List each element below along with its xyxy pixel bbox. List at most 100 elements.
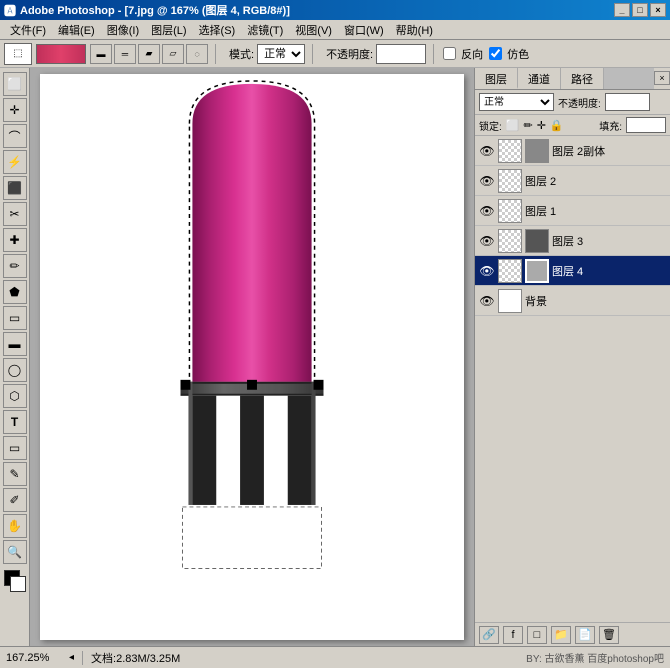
layer-row-3[interactable]: 👁 图层 3 xyxy=(475,226,670,256)
opacity-input[interactable]: 100% xyxy=(376,44,426,64)
tab-paths[interactable]: 路径 xyxy=(561,68,604,89)
tool-notes[interactable]: ✎ xyxy=(3,462,27,486)
layers-lock-row: 锁定: ⬜ ✏ ✛ 🔒 填充: 100% xyxy=(475,115,670,136)
tool-slice[interactable]: ✂ xyxy=(3,202,27,226)
layers-mask-btn[interactable]: □ xyxy=(527,626,547,644)
shape-btn-4[interactable]: ▱ xyxy=(162,44,184,64)
layer-row-0[interactable]: 👁 图层 2副体 xyxy=(475,136,670,166)
canvas-document xyxy=(40,74,464,640)
reverse-checkbox[interactable] xyxy=(443,47,456,60)
fill-value-input[interactable]: 100% xyxy=(626,117,666,133)
dither-checkbox[interactable] xyxy=(489,47,502,60)
tool-crop[interactable]: ⬛ xyxy=(3,176,27,200)
layer-visibility-4[interactable]: 👁 xyxy=(479,263,495,279)
layers-panel: 图层 通道 路径 × 正常 不透明度: 100% 锁定: ⬜ ✏ ✛ 🔒 xyxy=(475,68,670,646)
opacity-label: 不透明度: xyxy=(326,46,373,62)
layer-thumb-2 xyxy=(498,199,522,223)
tool-shape[interactable]: ▭ xyxy=(3,436,27,460)
tab-layers[interactable]: 图层 xyxy=(475,68,518,89)
menu-select[interactable]: 选择(S) xyxy=(193,20,242,40)
tool-gradient[interactable]: ▬ xyxy=(3,332,27,356)
menubar: 文件(F) 编辑(E) 图像(I) 图层(L) 选择(S) 滤镜(T) 视图(V… xyxy=(0,20,670,40)
color-switcher[interactable] xyxy=(4,570,26,592)
close-button[interactable]: × xyxy=(650,3,666,17)
layer-mask-thumb-0 xyxy=(525,139,549,163)
layer-name-1: 图层 2 xyxy=(525,173,666,189)
tool-heal[interactable]: ✚ xyxy=(3,228,27,252)
tool-move[interactable]: ✛ xyxy=(3,98,27,122)
layer-visibility-2[interactable]: 👁 xyxy=(479,203,495,219)
layer-visibility-5[interactable]: 👁 xyxy=(479,293,495,309)
zoom-nav-left[interactable]: ◂ xyxy=(69,652,74,663)
shape-btn-2[interactable]: ═ xyxy=(114,44,136,64)
layers-delete-btn[interactable]: 🗑 xyxy=(599,626,619,644)
zoom-level: 167.25% xyxy=(6,652,61,664)
lock-paint-icon[interactable]: ✏ xyxy=(523,119,532,132)
layers-style-btn[interactable]: f xyxy=(503,626,523,644)
tab-channels[interactable]: 通道 xyxy=(518,68,561,89)
titlebar-title: Adobe Photoshop - [7.jpg @ 167% (图层 4, R… xyxy=(20,2,290,18)
tool-eyedropper[interactable]: ✐ xyxy=(3,488,27,512)
layers-new-btn[interactable]: 📄 xyxy=(575,626,595,644)
lock-move-icon[interactable]: ✛ xyxy=(537,119,546,132)
tool-zoom[interactable]: 🔍 xyxy=(3,540,27,564)
menu-edit[interactable]: 编辑(E) xyxy=(52,20,101,40)
tool-text[interactable]: T xyxy=(3,410,27,434)
fill-label: 填充: xyxy=(599,118,622,133)
opacity-value-input[interactable]: 100% xyxy=(605,93,650,111)
menu-image[interactable]: 图像(I) xyxy=(101,20,145,40)
menu-help[interactable]: 帮助(H) xyxy=(390,20,439,40)
titlebar: 🅰 Adobe Photoshop - [7.jpg @ 167% (图层 4,… xyxy=(0,0,670,20)
blend-mode-select[interactable]: 正常 xyxy=(479,93,554,111)
layer-name-3: 图层 3 xyxy=(552,233,666,249)
color-gradient-swatch[interactable] xyxy=(36,44,86,64)
shape-btn-1[interactable]: ▬ xyxy=(90,44,112,64)
opacity-label: 不透明度: xyxy=(558,95,601,110)
tool-eraser[interactable]: ▭ xyxy=(3,306,27,330)
canvas-area[interactable] xyxy=(30,68,474,646)
lock-all-icon[interactable]: 🔒 xyxy=(550,119,564,132)
tool-path[interactable]: ⬡ xyxy=(3,384,27,408)
menu-view[interactable]: 视图(V) xyxy=(289,20,338,40)
layer-mask-thumb-3 xyxy=(525,229,549,253)
tool-dodge[interactable]: ◯ xyxy=(3,358,27,382)
layer-visibility-0[interactable]: 👁 xyxy=(479,143,495,159)
minimize-button[interactable]: _ xyxy=(614,3,630,17)
layer-name-0: 图层 2副体 xyxy=(552,143,666,159)
lock-transparent-icon[interactable]: ⬜ xyxy=(506,119,520,132)
layers-link-btn[interactable]: 🔗 xyxy=(479,626,499,644)
layer-thumb-1 xyxy=(498,169,522,193)
tool-magic-wand[interactable]: ⚡ xyxy=(3,150,27,174)
shape-btn-3[interactable]: ▰ xyxy=(138,44,160,64)
tool-lasso[interactable]: ⌒ xyxy=(3,124,27,148)
dither-section: 仿色 xyxy=(487,46,529,62)
layers-group-btn[interactable]: 📁 xyxy=(551,626,571,644)
shape-btn-5[interactable]: ◌ xyxy=(186,44,208,64)
layer-row-5[interactable]: 👁 背景 xyxy=(475,286,670,316)
mode-select[interactable]: 正常 xyxy=(257,44,305,64)
credit-text: BY: 古欲香薰 百度photoshop吧 xyxy=(526,650,664,665)
background-color[interactable] xyxy=(10,576,26,592)
menu-layer[interactable]: 图层(L) xyxy=(145,20,192,40)
layer-row-4[interactable]: 👁 图层 4 xyxy=(475,256,670,286)
tool-stamp[interactable]: ⬟ xyxy=(3,280,27,304)
divider-3 xyxy=(433,44,434,64)
layers-panel-close[interactable]: × xyxy=(654,71,670,85)
tool-hand[interactable]: ✋ xyxy=(3,514,27,538)
menu-window[interactable]: 窗口(W) xyxy=(338,20,390,40)
statusbar: 167.25% ◂ 文档:2.83M/3.25M BY: 古欲香薰 百度phot… xyxy=(0,646,670,668)
toolbar: ⬚ ▬ ═ ▰ ▱ ◌ 模式: 正常 不透明度: 100% 反向 仿色 xyxy=(0,40,670,68)
divider-1 xyxy=(215,44,216,64)
tool-marquee[interactable]: ⬜ xyxy=(3,72,27,96)
maximize-button[interactable]: □ xyxy=(632,3,648,17)
layer-visibility-1[interactable]: 👁 xyxy=(479,173,495,189)
menu-filter[interactable]: 滤镜(T) xyxy=(241,20,289,40)
layer-row-2[interactable]: 👁 图层 1 xyxy=(475,196,670,226)
layer-name-4: 图层 4 xyxy=(552,263,666,279)
layer-mask-thumb-4 xyxy=(525,259,549,283)
menu-file[interactable]: 文件(F) xyxy=(4,20,52,40)
titlebar-left: 🅰 Adobe Photoshop - [7.jpg @ 167% (图层 4,… xyxy=(4,2,290,19)
tool-brush[interactable]: ✏ xyxy=(3,254,27,278)
layer-visibility-3[interactable]: 👁 xyxy=(479,233,495,249)
layer-row-1[interactable]: 👁 图层 2 xyxy=(475,166,670,196)
